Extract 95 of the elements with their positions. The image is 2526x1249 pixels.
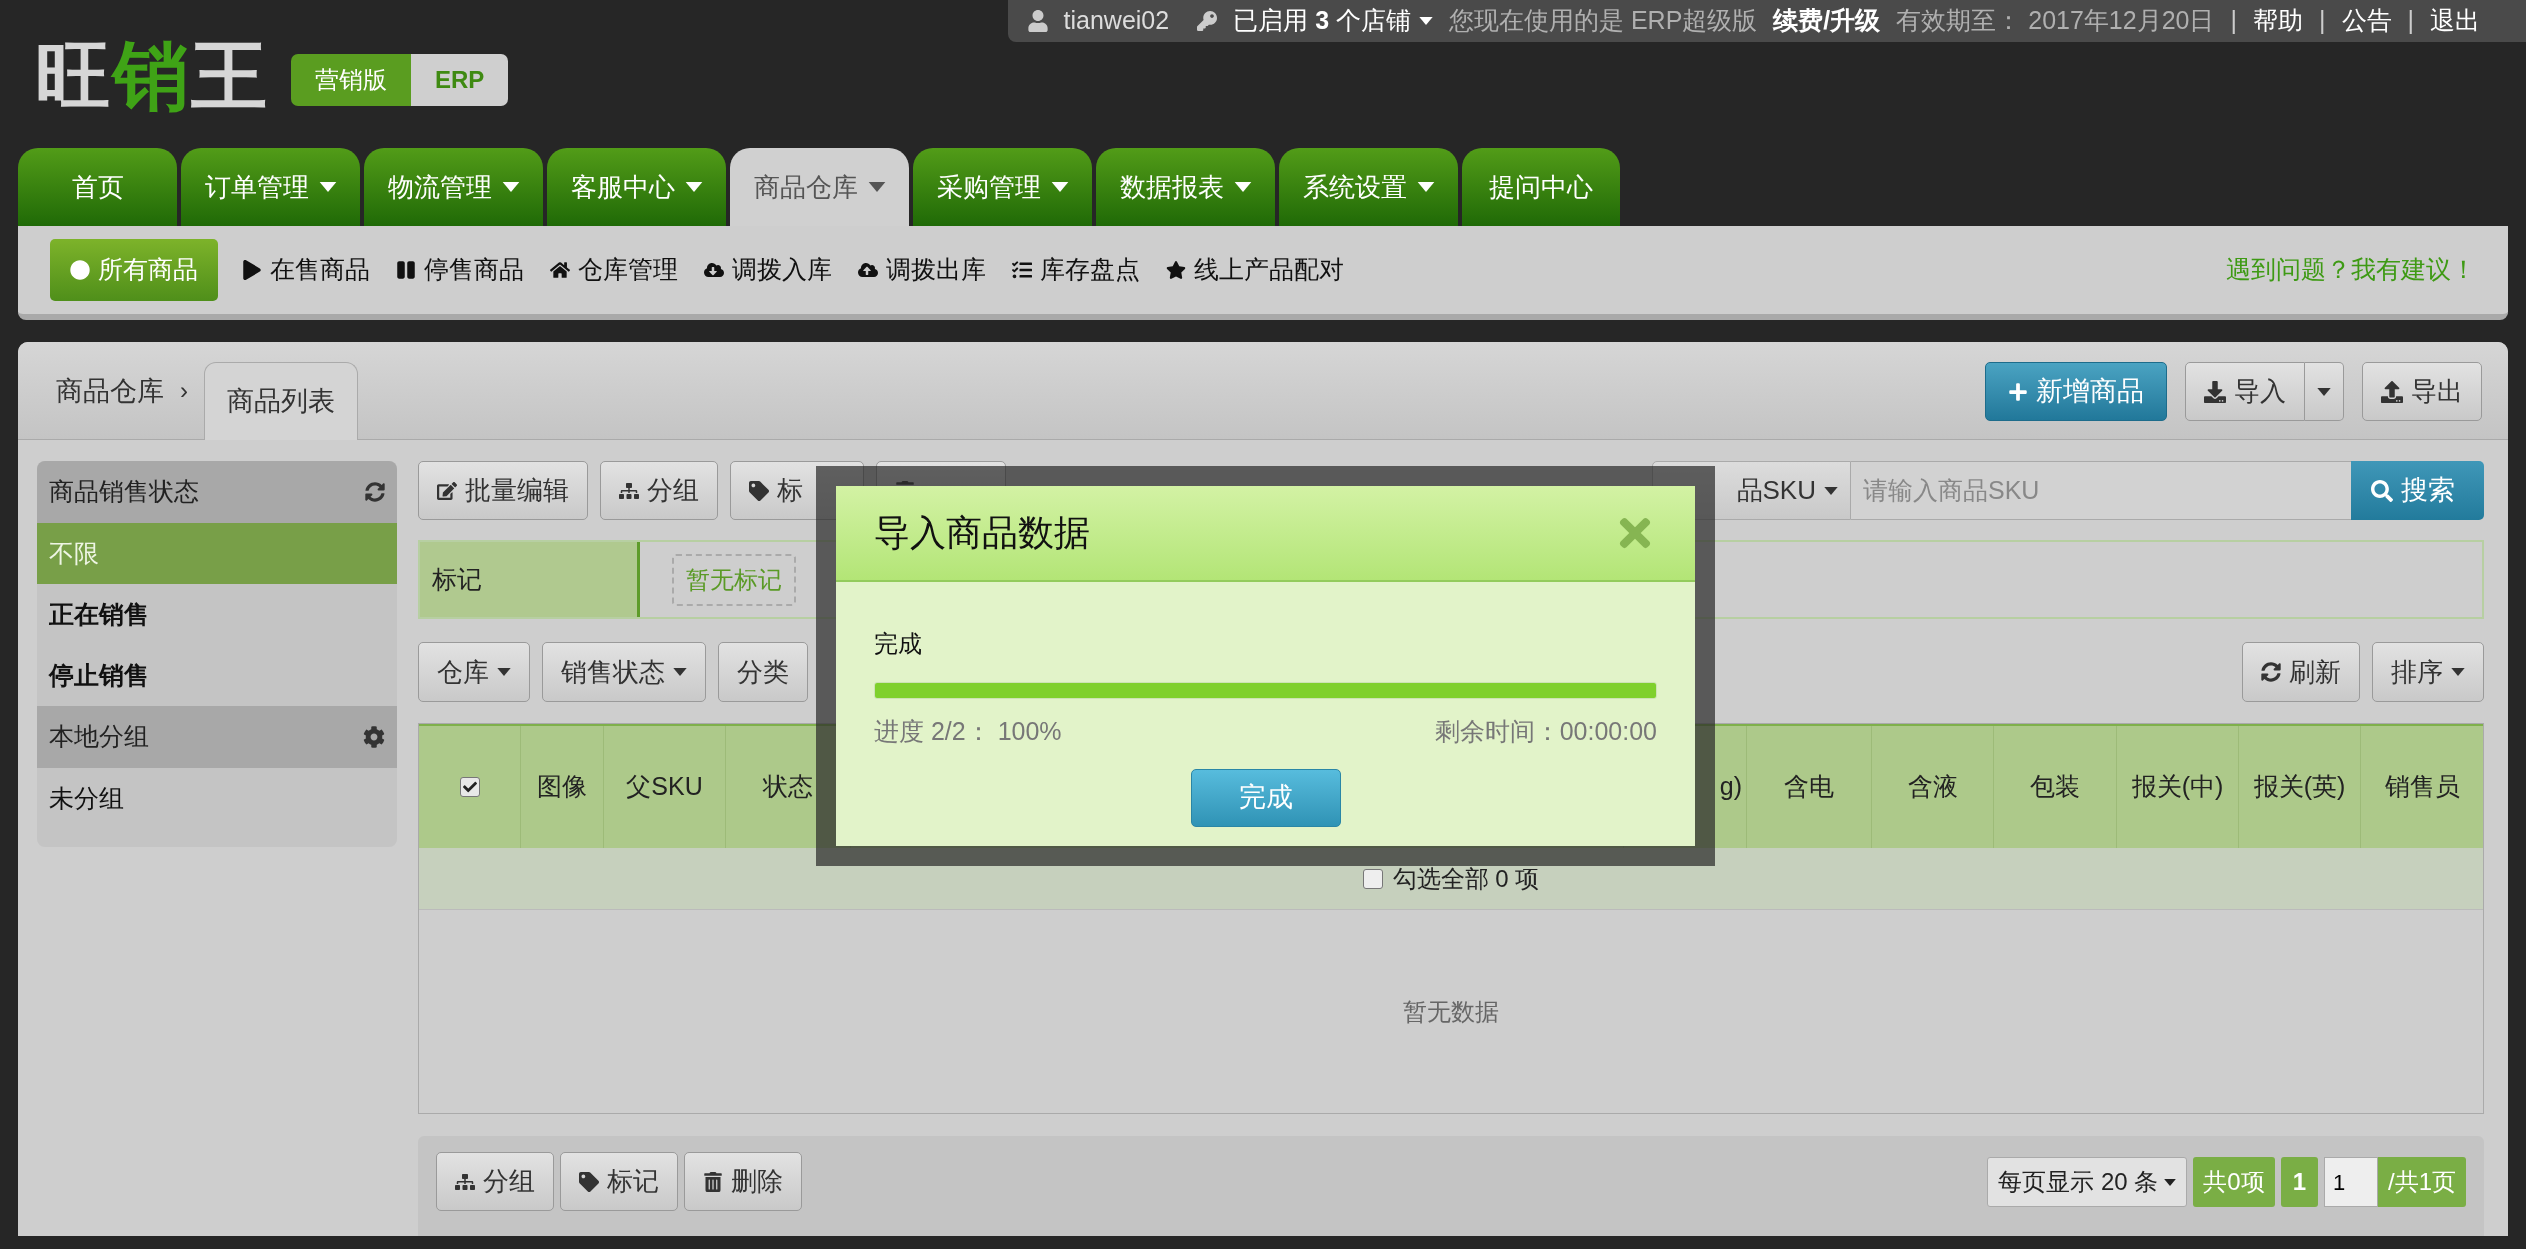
tag-filter-label: 标记: [420, 542, 640, 617]
select-all-label: 勾选全部 0 项: [1392, 863, 1540, 894]
filter-dropdown[interactable]: 销售状态: [542, 642, 706, 702]
home-icon: [550, 260, 570, 280]
trash-icon: [703, 1171, 723, 1192]
separator: |: [2407, 5, 2414, 37]
nav-tab[interactable]: 提问中心: [1462, 148, 1620, 226]
list-icon: [1012, 260, 1032, 280]
nav-tab[interactable]: 商品仓库: [730, 148, 909, 226]
search-icon: [2371, 479, 2393, 502]
caret-icon: [2317, 387, 2331, 396]
header-cell-text: 销售员: [2383, 771, 2461, 803]
total-count: 共0项: [2193, 1157, 2275, 1207]
filter-dropdown[interactable]: 分类: [718, 642, 808, 702]
username[interactable]: tianwei02: [1063, 2, 1170, 40]
subnav-item[interactable]: 库存盘点: [1010, 239, 1142, 301]
add-product-button[interactable]: 新增商品: [1985, 362, 2167, 421]
sitemap-icon: [455, 1171, 475, 1192]
nav-tab[interactable]: 客服中心: [547, 148, 726, 226]
top-link[interactable]: 公告: [2341, 2, 2392, 40]
cloud-download-icon: [704, 260, 724, 280]
tag-icon: [579, 1171, 599, 1192]
caret-icon: [1824, 486, 1838, 495]
nav-tab[interactable]: 首页: [18, 148, 177, 226]
page-size-select[interactable]: 每页显示 20 条: [1987, 1157, 2188, 1207]
sitemap-icon: [619, 480, 639, 501]
breadcrumb-separator: ›: [180, 376, 188, 406]
subnav-item[interactable]: 线上产品配对: [1164, 239, 1346, 301]
caret-icon: [2164, 1178, 2177, 1186]
subnav-item[interactable]: 在售商品: [240, 239, 372, 301]
logo: 旺销王: [35, 38, 269, 114]
page-input[interactable]: 1: [2324, 1157, 2378, 1207]
nav-tab[interactable]: 数据报表: [1096, 148, 1275, 226]
sidebar-header: 本地分组: [37, 706, 397, 768]
subnav-item[interactable]: 仓库管理: [548, 239, 680, 301]
expiry-text: 有效期至： 2017年12月20日: [1896, 5, 2215, 37]
upload-icon: [2381, 380, 2403, 403]
caret-icon: [1419, 17, 1433, 25]
check-icon: [462, 780, 477, 794]
nav-tab[interactable]: 采购管理: [913, 148, 1092, 226]
top-link[interactable]: 退出: [2430, 2, 2480, 40]
edition-notice: 您现在使用的是 ERP超级版: [1449, 5, 1758, 37]
plus-icon: [2008, 381, 2028, 402]
separator: |: [2319, 5, 2326, 37]
top-link[interactable]: 帮助: [2253, 2, 2303, 40]
nav-tab[interactable]: 物流管理: [364, 148, 543, 226]
dialog-title: 导入商品数据: [874, 511, 1090, 555]
sort-button[interactable]: 排序: [2372, 642, 2484, 702]
refresh-icon: [2261, 662, 2281, 682]
refresh-button[interactable]: 刷新: [2242, 642, 2360, 702]
progress-text: 进度 2/2： 100%: [874, 716, 1062, 747]
sidebar-item[interactable]: 停止销售: [37, 645, 397, 706]
edit-icon: [437, 480, 457, 501]
stores-menu[interactable]: 已启用 3 个店铺: [1233, 2, 1433, 40]
checkbox[interactable]: [1362, 868, 1383, 889]
pause-icon: [396, 260, 416, 280]
toolbar-button[interactable]: 分组: [600, 461, 718, 520]
bottom-button[interactable]: 删除: [684, 1152, 802, 1211]
user-icon: [1027, 10, 1048, 32]
nav-tab[interactable]: 系统设置: [1279, 148, 1458, 226]
status-text: 完成: [874, 629, 923, 659]
search-button[interactable]: 搜索: [2351, 461, 2484, 520]
toolbar-button[interactable]: 批量编辑: [418, 461, 588, 520]
tag-icon: [749, 480, 769, 501]
bottom-button[interactable]: 标记: [560, 1152, 678, 1211]
refresh-icon[interactable]: [365, 482, 385, 502]
export-button[interactable]: 导出: [2362, 362, 2482, 421]
play-icon: [242, 260, 262, 280]
sidebar-header: 商品销售状态: [37, 461, 397, 523]
key-icon: [1197, 11, 1218, 31]
checkbox[interactable]: [459, 777, 480, 797]
subnav-item[interactable]: 调拨出库: [856, 239, 988, 301]
settings-icon[interactable]: [363, 726, 385, 748]
sidebar-item[interactable]: 未分组: [37, 768, 397, 829]
separator: |: [2230, 5, 2237, 37]
circle-icon: [70, 260, 90, 280]
subnav-item[interactable]: 停售商品: [394, 239, 526, 301]
bottom-button[interactable]: 分组: [436, 1152, 554, 1211]
search-input[interactable]: 请输入商品SKU: [1851, 461, 2351, 520]
download-icon: [2204, 380, 2226, 403]
import-button[interactable]: 导入: [2185, 362, 2305, 421]
sidebar-item[interactable]: 正在销售: [37, 584, 397, 645]
import-dropdown-button[interactable]: [2305, 362, 2344, 421]
breadcrumb-link[interactable]: 商品仓库: [56, 370, 164, 411]
filter-dropdown[interactable]: 仓库: [418, 642, 530, 702]
subnav-item[interactable]: 调拨入库: [702, 239, 834, 301]
caret-icon: [2451, 668, 2465, 676]
cloud-upload-icon: [858, 260, 878, 280]
nav-tab[interactable]: 订单管理: [181, 148, 360, 226]
page-tab[interactable]: 商品列表: [204, 362, 358, 440]
empty-message: 暂无数据: [1403, 996, 1499, 1027]
upgrade-link[interactable]: 续费/升级: [1773, 2, 1881, 40]
page-count: /共1页: [2378, 1157, 2466, 1207]
empty-tag-chip: 暂无标记: [672, 553, 796, 606]
star-icon: [1166, 260, 1186, 280]
